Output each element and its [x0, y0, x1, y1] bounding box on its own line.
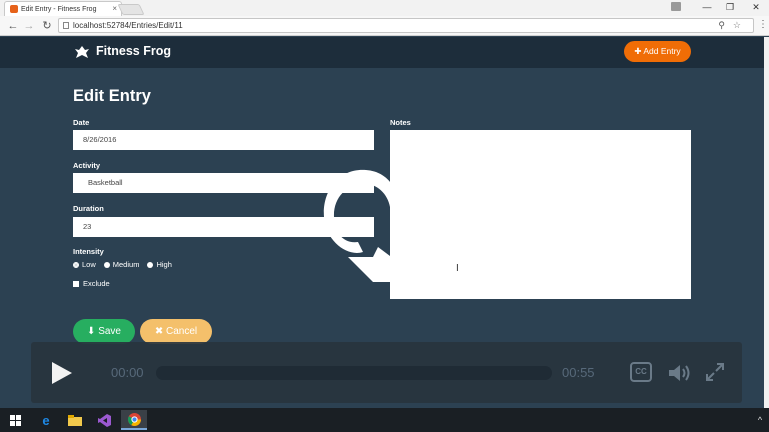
intensity-radio-group: Low Medium High [73, 260, 172, 269]
closed-captions-button[interactable]: CC [630, 362, 652, 382]
tab-title: Edit Entry - Fitness Frog [21, 5, 97, 13]
browser-tab[interactable]: Edit Entry - Fitness Frog × [4, 1, 122, 16]
hand-cursor-overlay-icon [323, 169, 398, 282]
address-url: localhost:52784/Entries/Edit/11 [73, 21, 183, 30]
forward-arrow-icon[interactable]: → [22, 18, 36, 34]
close-window-button[interactable]: ✕ [744, 0, 768, 14]
bookmark-star-icon[interactable]: ☆ [733, 19, 741, 32]
save-icon: ⬇ [87, 326, 99, 337]
activity-label: Activity [73, 161, 101, 170]
windows-start-icon[interactable] [2, 410, 28, 430]
cancel-x-icon: ✖ [154, 326, 167, 337]
tab-close-icon[interactable]: × [112, 4, 117, 13]
save-label: Save [98, 326, 121, 337]
reload-icon[interactable]: ↻ [40, 18, 54, 34]
save-button[interactable]: ⬇ Save [73, 319, 135, 344]
new-tab-button[interactable] [117, 4, 145, 15]
video-player: 00:00 00:55 CC [31, 342, 742, 403]
checkbox-icon [73, 280, 79, 287]
text-cursor-icon: I [456, 263, 459, 274]
windows-taskbar: e ^ [0, 408, 769, 432]
date-input[interactable]: 8/26/2016 [73, 130, 374, 150]
seek-bar[interactable] [156, 366, 552, 380]
back-arrow-icon[interactable]: ← [6, 18, 20, 34]
address-bar[interactable]: localhost:52784/Entries/Edit/11 ⚲ ☆ [58, 18, 754, 33]
radio-selected-icon [73, 261, 79, 268]
browser-toolbar: ← → ↻ localhost:52784/Entries/Edit/11 ⚲ … [0, 16, 769, 36]
notes-textarea[interactable] [390, 130, 691, 299]
fullscreen-icon[interactable] [705, 362, 725, 382]
volume-icon[interactable] [667, 362, 691, 384]
brand-name[interactable]: Fitness Frog [96, 44, 171, 58]
intensity-medium-label: Medium [112, 260, 140, 269]
intensity-low-radio[interactable]: Low [73, 260, 96, 269]
exclude-checkbox[interactable]: Exclude [73, 279, 110, 288]
cancel-label: Cancel [166, 326, 198, 337]
radio-icon [147, 261, 154, 268]
add-entry-label: Add Entry [643, 46, 681, 56]
plus-icon: ✚ [634, 46, 644, 56]
date-label: Date [73, 118, 90, 127]
page-scrollbar[interactable] [764, 37, 769, 408]
zoom-icon[interactable]: ⚲ [718, 19, 725, 32]
cancel-button[interactable]: ✖ Cancel [140, 319, 212, 344]
maximize-button[interactable]: ❐ [718, 0, 742, 14]
add-entry-button[interactable]: ✚ Add Entry [624, 41, 691, 62]
chrome-menu-icon[interactable]: ⋮ [758, 19, 768, 30]
intensity-medium-radio[interactable]: Medium [103, 260, 140, 269]
edge-icon[interactable]: e [33, 410, 59, 430]
notes-label: Notes [390, 118, 411, 127]
intensity-high-label: High [156, 260, 172, 269]
browser-titlebar: Edit Entry - Fitness Frog × — ❐ ✕ [0, 0, 769, 16]
minimize-button[interactable]: — [695, 0, 719, 14]
file-explorer-icon[interactable] [62, 410, 88, 430]
current-time: 00:00 [111, 365, 144, 380]
intensity-label: Intensity [73, 247, 104, 256]
duration-label: Duration [73, 204, 104, 213]
exclude-label: Exclude [83, 279, 110, 288]
chrome-icon[interactable] [121, 410, 147, 430]
page-icon [63, 22, 69, 29]
user-profile-icon[interactable] [667, 0, 685, 14]
intensity-high-radio[interactable]: High [147, 260, 172, 269]
page-title: Edit Entry [73, 87, 151, 105]
play-icon[interactable] [52, 362, 72, 384]
frog-favicon-icon [10, 5, 18, 13]
tray-chevron-icon[interactable]: ^ [753, 410, 767, 430]
intensity-low-label: Low [82, 260, 96, 269]
duration-time: 00:55 [562, 365, 595, 380]
site-header: Fitness Frog ✚ Add Entry [0, 37, 764, 68]
radio-icon [103, 261, 110, 268]
frog-logo-icon[interactable] [74, 45, 90, 59]
visual-studio-icon[interactable] [91, 410, 117, 430]
